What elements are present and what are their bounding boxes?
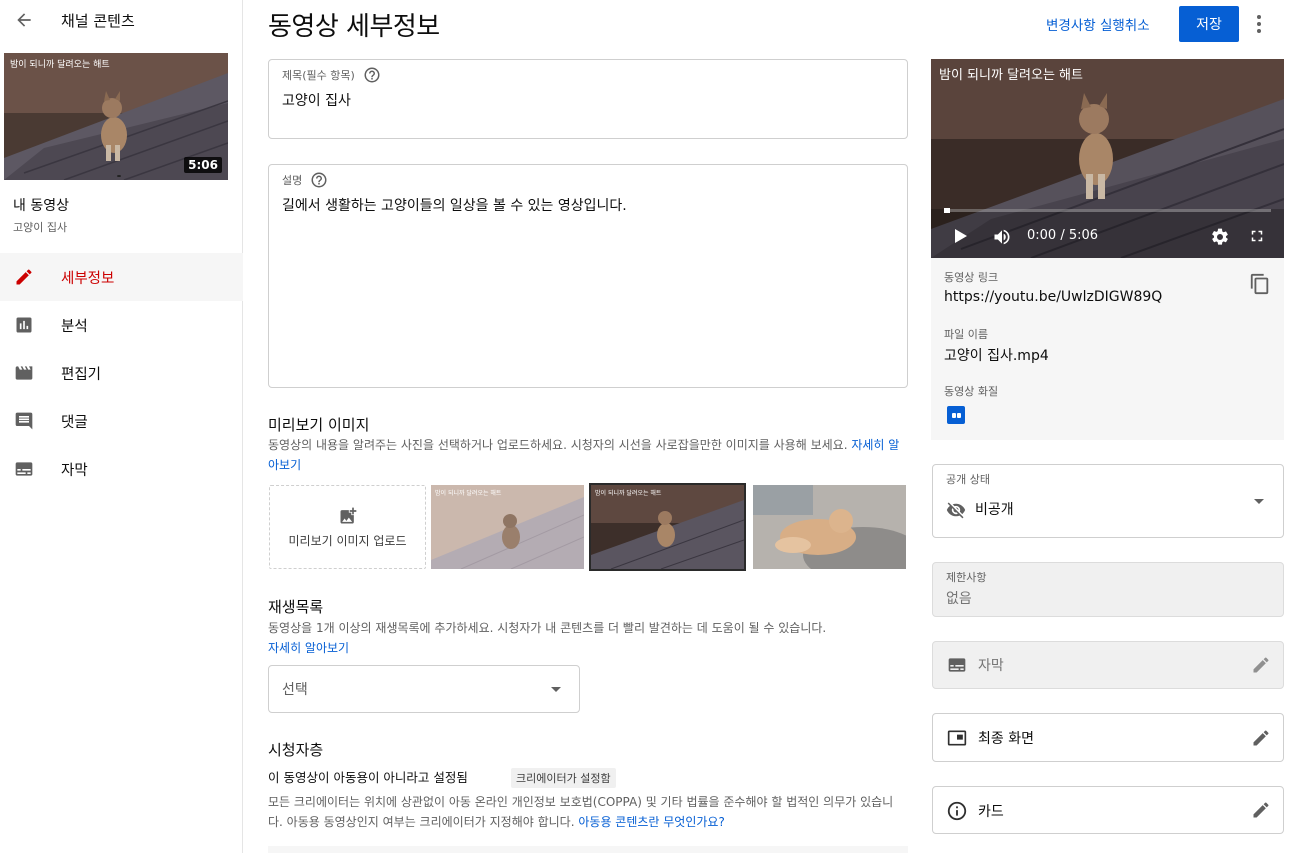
video-player[interactable]: 밤이 되니까 달려오는 해트 0:00 / 5:06 [931,59,1284,258]
subtitles-label: 자막 [978,658,1004,674]
sidebar: 채널 콘텐츠 밤이 되니까 달려오는 해트 5:06 내 동영상 고양이 집사 … [0,0,243,853]
back-arrow-icon[interactable] [12,8,36,32]
subtitles-icon [946,655,968,679]
sidebar-item-label: 세부정보 [61,270,115,287]
edit-pencil-icon[interactable] [1251,800,1271,824]
quality-badge-icon [947,406,965,424]
sidebar-nav: 세부정보 분석 편집기 댓글 자막 [0,253,243,493]
video-quality-label: 동영상 화질 [944,385,999,398]
thumbnail-option-1[interactable]: 밤이 되니까 달려오는 해트 [431,485,584,569]
save-button[interactable]: 저장 [1179,6,1239,42]
creator-set-badge: 크리에이터가 설정함 [511,768,616,788]
subtitles-row[interactable]: 자막 [932,641,1284,689]
pencil-icon [13,266,35,288]
audience-status: 이 동영상이 아동용이 아니라고 설정됨 [268,770,468,785]
sidebar-item-label: 자막 [61,462,88,479]
thumbnail-option-2-selected[interactable]: 밤이 되니까 달려오는 해트 [589,483,746,571]
file-name: 고양이 집사.mp4 [944,348,1049,364]
volume-icon[interactable] [991,227,1013,251]
title-input[interactable]: 고양이 집사 [282,90,351,110]
add-photo-icon [340,507,356,523]
upload-thumbnail-label: 미리보기 이미지 업로드 [288,533,407,548]
thumbnail-overlay-text: 밤이 되니까 달려오는 해트 [435,489,502,497]
thumbnail-heading: 미리보기 이미지 [268,416,370,434]
video-info-panel: 동영상 링크 https://youtu.be/UwlzDIGW89Q 파일 이… [931,258,1284,440]
playlist-select-placeholder: 선택 [282,682,308,698]
thumbnail-option-3[interactable] [753,485,906,569]
video-link-label: 동영상 링크 [944,271,999,284]
sidebar-title: 채널 콘텐츠 [61,12,135,30]
more-options-icon[interactable] [1248,12,1270,36]
playlist-description: 동영상을 1개 이상의 재생목록에 추가하세요. 시청자가 내 콘텐츠를 더 빨… [268,621,827,635]
visibility-label: 공개 상태 [946,473,990,486]
progress-bar[interactable] [944,208,1271,213]
edit-pencil-icon[interactable] [1251,655,1271,679]
info-icon [946,800,968,826]
undo-changes-link[interactable]: 변경사항 실행취소 [1046,14,1150,34]
sidebar-item-comments[interactable]: 댓글 [0,397,243,445]
play-icon[interactable] [953,227,969,249]
analytics-icon [13,314,35,336]
end-screen-icon [946,728,968,752]
visibility-select[interactable]: 공개 상태 비공개 [932,464,1284,538]
help-icon[interactable] [363,66,381,84]
sidebar-item-label: 분석 [61,318,88,335]
copy-icon[interactable] [1249,273,1271,299]
sidebar-item-label: 편집기 [61,366,102,383]
dropdown-arrow-icon [1254,499,1264,504]
next-section-edge [268,846,908,853]
editor-icon [13,362,35,384]
subtitles-icon [13,458,35,480]
playlist-learn-more-link[interactable]: 자세히 알아보기 [268,638,349,658]
audience-description: 모든 크리에이터는 위치에 상관없이 아동 온라인 개인정보 보호법(COPPA… [268,795,894,829]
restrictions-label: 제한사항 [946,571,987,584]
restrictions-value: 없음 [946,591,972,607]
duration-badge: 5:06 [184,157,222,173]
dropdown-arrow-icon [551,687,561,692]
restrictions-field: 제한사항 없음 [932,562,1284,617]
player-overlay-text: 밤이 되니까 달려오는 해트 [939,68,1083,83]
settings-gear-icon[interactable] [1210,227,1230,251]
edit-pencil-icon[interactable] [1251,728,1271,752]
upload-thumbnail-button[interactable]: 미리보기 이미지 업로드 [269,485,426,569]
description-field-label: 설명 [282,174,303,187]
video-name: 고양이 집사 [13,221,68,234]
help-icon[interactable] [310,171,328,189]
title-field-label: 제목(필수 항목) [282,69,355,82]
thumb-overlay-text: 밤이 되니까 달려오는 해트 [10,58,110,70]
comments-icon [13,410,35,432]
end-screen-label: 최종 화면 [978,731,1034,747]
sidebar-item-subtitles[interactable]: 자막 [0,445,243,493]
title-field[interactable]: 제목(필수 항목) 고양이 집사 [268,59,908,139]
cards-label: 카드 [978,804,1004,820]
end-screen-row[interactable]: 최종 화면 [932,713,1284,762]
video-thumbnail[interactable]: 밤이 되니까 달려오는 해트 5:06 [4,53,228,180]
sidebar-item-details[interactable]: 세부정보 [0,253,243,301]
sidebar-item-label: 댓글 [61,414,88,431]
file-name-label: 파일 이름 [944,328,988,341]
page-title: 동영상 세부정보 [268,12,440,42]
thumbnail-description: 동영상의 내용을 알려주는 사진을 선택하거나 업로드하세요. 시청자의 시선을… [268,438,900,472]
playback-time: 0:00 / 5:06 [1027,228,1099,243]
thumbnail-overlay-text: 밤이 되니까 달려오는 해트 [595,489,662,497]
description-input[interactable]: 길에서 생활하는 고양이들의 일상을 볼 수 있는 영상입니다. [282,195,627,215]
eye-off-icon [946,500,966,524]
my-video-label: 내 동영상 [13,198,69,214]
fullscreen-icon[interactable] [1248,227,1266,249]
thumbnail-options: 미리보기 이미지 업로드 밤이 되니까 달려오는 해트 밤이 되니까 달려오는 … [269,483,909,571]
audience-heading: 시청자층 [268,741,324,759]
video-link[interactable]: https://youtu.be/UwlzDIGW89Q [944,289,1162,305]
cards-row[interactable]: 카드 [932,786,1284,834]
kids-content-link[interactable]: 아동용 콘텐츠란 무엇인가요? [578,815,724,829]
playlist-heading: 재생목록 [268,598,324,616]
sidebar-item-analytics[interactable]: 분석 [0,301,243,349]
sidebar-item-editor[interactable]: 편집기 [0,349,243,397]
playlist-select[interactable]: 선택 [268,665,580,713]
description-field[interactable]: 설명 길에서 생활하는 고양이들의 일상을 볼 수 있는 영상입니다. [268,164,908,388]
visibility-value: 비공개 [975,502,1014,518]
